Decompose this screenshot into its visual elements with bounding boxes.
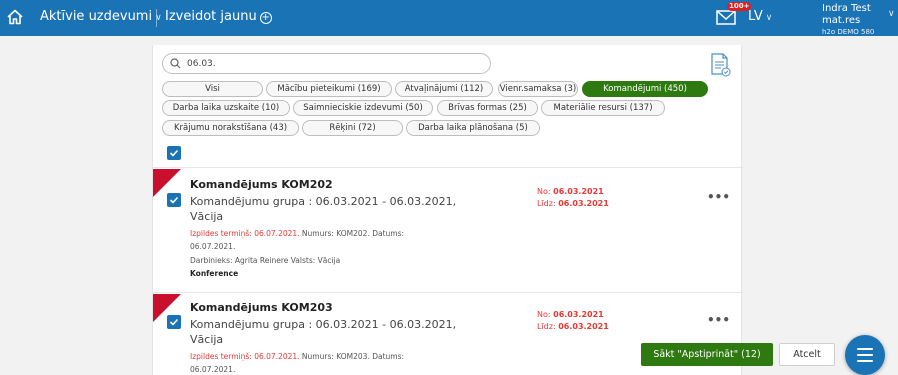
to-date: 06.03.2021	[558, 322, 609, 331]
list-divider	[153, 292, 743, 293]
user-name: Indra Test mat.res	[822, 3, 871, 26]
to-date: 06.03.2021	[558, 199, 609, 208]
language-selector[interactable]: LV ∨	[748, 9, 772, 24]
task-list-panel: Visi Mācību pieteikumi (169) Atvaļinājum…	[152, 45, 743, 375]
filter-chip-inventory-writeoff[interactable]: Krājumu norakstīšana (43)	[162, 120, 299, 136]
to-label: Līdz:	[537, 199, 556, 208]
start-approve-button[interactable]: Sākt "Apstiprināt" (12)	[641, 343, 773, 366]
item-subtitle: Komandējumu grupa : 06.03.2021 - 06.03.2…	[190, 318, 457, 346]
checkmark-icon	[169, 196, 179, 204]
item-checkbox[interactable]	[167, 193, 181, 207]
excel-export-icon[interactable]	[709, 53, 731, 77]
top-bar: Aktīvie uzdevumi ∨ Izveidot jaunu + 100+ L…	[0, 0, 898, 36]
from-date: 06.03.2021	[553, 187, 604, 196]
filter-chip-free-forms[interactable]: Brīvas formas (25)	[437, 100, 538, 116]
filter-chip-all[interactable]: Visi	[162, 81, 263, 97]
chevron-down-icon: ∨	[765, 13, 773, 23]
search-icon	[170, 58, 181, 69]
user-organization: h2o DEMO 580	[822, 28, 875, 36]
checkmark-icon	[169, 318, 179, 326]
select-all-checkbox[interactable]	[167, 146, 181, 160]
nav-active-tasks-label: Aktīvie uzdevumi	[40, 9, 153, 24]
cancel-button[interactable]: Atcelt	[779, 343, 835, 366]
nav-separator	[156, 9, 157, 27]
item-due-label: Izpildes termiņš: 06.07.2021.	[190, 229, 300, 238]
item-due-label: Izpildes termiņš: 06.07.2021.	[190, 352, 300, 361]
list-divider	[153, 167, 743, 168]
nav-create-new[interactable]: Izveidot jaunu +	[165, 9, 272, 24]
filter-chip-vacations[interactable]: Atvaļinājumi (112)	[395, 81, 493, 97]
language-label: LV	[748, 9, 763, 24]
chevron-down-icon[interactable]: ∨	[888, 9, 895, 19]
from-label: No:	[537, 310, 551, 319]
item-title[interactable]: Komandējums KOM202	[190, 178, 333, 191]
filter-chip-one-time-payment[interactable]: Vienr.samaksa (3)	[498, 81, 578, 97]
item-title[interactable]: Komandējums KOM203	[190, 301, 333, 314]
filter-chip-business-trips[interactable]: Komandējumi (450)	[582, 81, 708, 97]
item-employee: Darbinieks: Agrita Reinere Valsts: Vācij…	[190, 256, 341, 265]
to-label: Līdz:	[537, 322, 556, 331]
item-meta: Izpildes termiņš: 06.07.2021. Numurs: KO…	[190, 227, 450, 253]
item-tag: Konference	[190, 269, 239, 278]
filter-chip-material-resources[interactable]: Materiālie resursi (137)	[541, 100, 665, 116]
item-meta: Izpildes termiņš: 06.07.2021. Numurs: KO…	[190, 350, 450, 375]
item-dates: No: 06.03.2021 Līdz: 06.03.2021	[537, 186, 609, 210]
filter-chip-work-time-tracking[interactable]: Darba laika uzskaite (10)	[162, 100, 290, 116]
filter-chip-work-time-planning[interactable]: Darba laika plānošana (5)	[406, 120, 540, 136]
checkmark-icon	[169, 149, 179, 157]
item-subtitle: Komandējumu grupa : 06.03.2021 - 06.03.2…	[190, 195, 457, 223]
user-menu[interactable]: Indra Test mat.res h2o DEMO 580	[822, 3, 898, 37]
more-icon[interactable]: •••	[707, 190, 730, 204]
home-icon[interactable]	[6, 8, 24, 26]
filter-chip-household-expenses[interactable]: Saimnieciskie izdevumi (50)	[293, 100, 433, 116]
item-dates: No: 06.03.2021 Līdz: 06.03.2021	[537, 309, 609, 333]
nav-create-new-label: Izveidot jaunu	[165, 9, 257, 24]
more-icon[interactable]: •••	[707, 313, 730, 327]
nav-active-tasks[interactable]: Aktīvie uzdevumi ∨	[40, 9, 162, 24]
search-box[interactable]	[162, 53, 491, 74]
from-date: 06.03.2021	[553, 310, 604, 319]
mail-icon[interactable]	[716, 9, 736, 25]
item-checkbox[interactable]	[167, 315, 181, 329]
filter-chip-training[interactable]: Mācību pieteikumi (169)	[266, 81, 392, 97]
plus-circle-icon: +	[259, 12, 272, 24]
search-input[interactable]	[187, 56, 482, 71]
from-label: No:	[537, 187, 551, 196]
filter-chip-invoices[interactable]: Rēķini (72)	[302, 120, 403, 136]
menu-fab[interactable]	[845, 335, 885, 375]
